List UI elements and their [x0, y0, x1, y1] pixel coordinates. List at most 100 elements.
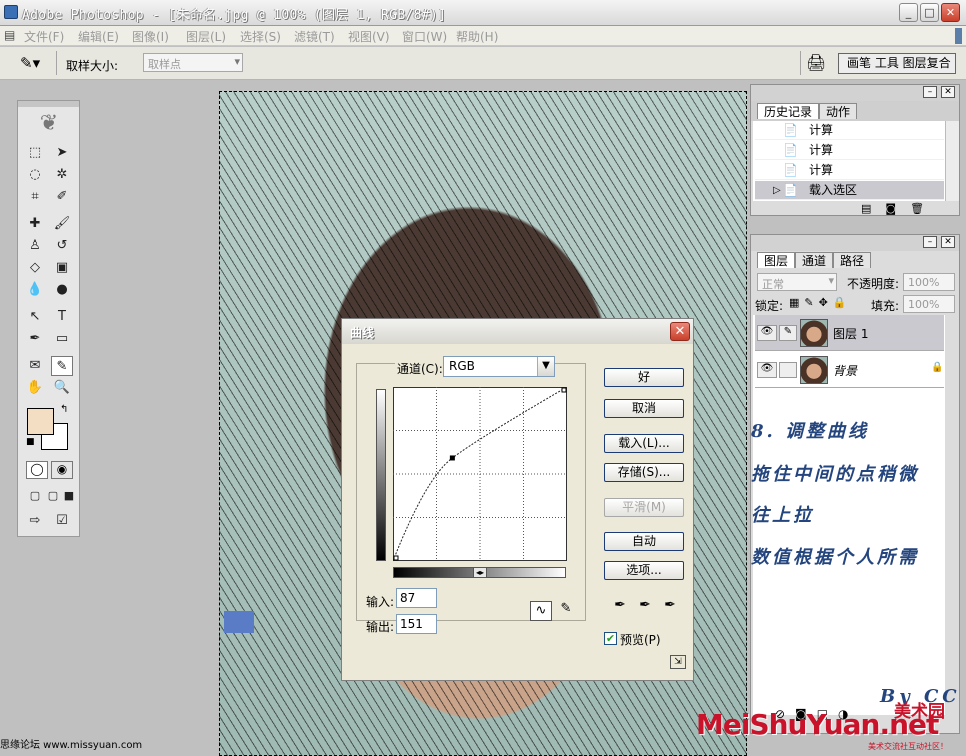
- hand-tool-icon[interactable]: ✋: [24, 378, 46, 398]
- path-selection-icon[interactable]: ↖: [24, 307, 46, 327]
- channel-select[interactable]: RGB ▼: [443, 356, 555, 377]
- gradient-toggle-icon[interactable]: ◂▸: [473, 567, 487, 578]
- feather-logo-icon[interactable]: ❦: [30, 111, 68, 137]
- history-scrollbar[interactable]: [945, 121, 959, 201]
- panel-close-icon[interactable]: ✕: [941, 236, 955, 248]
- menu-window[interactable]: 窗口(W): [402, 28, 447, 45]
- expand-dialog-icon[interactable]: ⇲: [670, 655, 686, 669]
- tab-actions[interactable]: 动作: [819, 103, 858, 119]
- history-item[interactable]: 📄 计算: [755, 121, 944, 140]
- standard-mode-icon[interactable]: ◯: [26, 461, 48, 479]
- magic-wand-icon[interactable]: ✲: [51, 165, 73, 185]
- preview-checkbox[interactable]: ✔: [604, 632, 617, 645]
- history-footer-icons[interactable]: ▤◙🗑: [861, 202, 938, 215]
- menu-file[interactable]: 文件(F): [24, 28, 64, 45]
- load-button[interactable]: 载入(L)...: [604, 434, 684, 453]
- dialog-close-button[interactable]: ✕: [670, 322, 690, 341]
- curve-graph[interactable]: [393, 387, 568, 562]
- panel-minimize-icon[interactable]: –: [923, 236, 937, 248]
- layer-name[interactable]: 背景: [833, 362, 857, 379]
- dialog-title-bar[interactable]: 曲线 ✕: [342, 319, 693, 344]
- eyedropper-tool-icon[interactable]: ✎: [51, 356, 73, 376]
- minimize-button[interactable]: _: [899, 3, 918, 22]
- toolbox-grip[interactable]: [18, 101, 79, 107]
- curve-control-point[interactable]: [449, 455, 455, 461]
- brush-tool-icon[interactable]: 🖌: [51, 214, 73, 234]
- ok-button[interactable]: 好: [604, 368, 684, 387]
- type-tool-icon[interactable]: T: [51, 307, 73, 327]
- opacity-field[interactable]: 100%: [903, 273, 955, 291]
- gradient-tool-icon[interactable]: ▣: [51, 258, 73, 278]
- swap-colors-icon[interactable]: ↰: [60, 404, 68, 415]
- foreground-color-swatch[interactable]: [27, 408, 54, 435]
- output-field[interactable]: 151: [396, 614, 437, 634]
- eye-icon[interactable]: 👁: [757, 362, 777, 378]
- menu-layer[interactable]: 图层(L): [186, 28, 226, 45]
- panel-header[interactable]: – ✕: [751, 85, 959, 101]
- curve-endpoint-low[interactable]: [393, 555, 399, 561]
- black-eyedropper-icon[interactable]: ✒: [612, 597, 628, 615]
- layer-row-selected[interactable]: 👁 ✎ 图层 1: [755, 315, 944, 351]
- input-field[interactable]: 87: [396, 588, 437, 608]
- dodge-tool-icon[interactable]: ●: [51, 280, 73, 300]
- lasso-tool-icon[interactable]: ◌: [24, 165, 46, 185]
- blend-mode-select[interactable]: 正常 ▾: [757, 273, 837, 291]
- panel-close-icon[interactable]: ✕: [941, 86, 955, 98]
- screen-mode-full-icon[interactable]: ■: [58, 486, 80, 506]
- slice-tool-icon[interactable]: ✐: [51, 187, 73, 207]
- clone-stamp-icon[interactable]: ♙: [24, 236, 46, 256]
- menu-edit[interactable]: 编辑(E): [78, 28, 119, 45]
- panel-header[interactable]: – ✕: [751, 235, 959, 251]
- notes-tool-icon[interactable]: ✉: [24, 356, 46, 376]
- menu-image[interactable]: 图像(I): [132, 28, 169, 45]
- blur-tool-icon[interactable]: 💧: [24, 280, 46, 300]
- menu-filter[interactable]: 滤镜(T): [294, 28, 335, 45]
- pen-tool-icon[interactable]: ✒: [24, 329, 46, 349]
- history-item[interactable]: 📄 计算: [755, 141, 944, 160]
- print-icon[interactable]: 🖨: [806, 53, 826, 72]
- marquee-tool-icon[interactable]: ⬚: [24, 143, 46, 163]
- sample-size-select[interactable]: 取样点 ▾: [143, 53, 243, 72]
- history-brush-icon[interactable]: ↺: [51, 236, 73, 256]
- panel-minimize-icon[interactable]: –: [923, 86, 937, 98]
- crop-tool-icon[interactable]: ⌗: [24, 187, 46, 207]
- curve-endpoint-high[interactable]: [561, 387, 567, 393]
- link-slot[interactable]: [779, 362, 797, 378]
- tab-history[interactable]: 历史记录: [757, 103, 820, 119]
- imageready-icon[interactable]: ☑: [51, 511, 73, 531]
- tab-paths[interactable]: 路径: [833, 252, 872, 268]
- shape-tool-icon[interactable]: ▭: [51, 329, 73, 349]
- layer-row[interactable]: 👁 背景 🔒: [755, 352, 944, 388]
- eye-icon[interactable]: 👁: [757, 325, 777, 341]
- eraser-tool-icon[interactable]: ◇: [24, 258, 46, 278]
- save-button[interactable]: 存储(S)...: [604, 463, 684, 482]
- white-eyedropper-icon[interactable]: ✒: [662, 597, 678, 615]
- history-item[interactable]: 📄 计算: [755, 161, 944, 180]
- layer-name[interactable]: 图层 1: [833, 325, 868, 342]
- jump-to-imageready-icon[interactable]: ⇨: [24, 511, 46, 531]
- tab-layers[interactable]: 图层: [757, 252, 796, 268]
- quick-mask-icon[interactable]: ◉: [51, 461, 73, 479]
- curve-mode-icon[interactable]: ∿: [530, 601, 552, 621]
- close-button[interactable]: ✕: [941, 3, 960, 22]
- gray-eyedropper-icon[interactable]: ✒: [637, 597, 653, 615]
- menu-help[interactable]: 帮助(H): [456, 28, 498, 45]
- auto-button[interactable]: 自动: [604, 532, 684, 551]
- brush-link-icon[interactable]: ✎: [779, 325, 797, 341]
- lock-icons[interactable]: ▦✎✥🔒: [789, 296, 852, 309]
- move-tool-icon[interactable]: ➤: [51, 143, 73, 163]
- pencil-mode-icon[interactable]: ✎: [556, 601, 576, 621]
- zoom-tool-icon[interactable]: 🔍: [51, 378, 73, 398]
- menu-select[interactable]: 选择(S): [240, 28, 281, 45]
- maximize-button[interactable]: □: [920, 3, 939, 22]
- default-colors-icon[interactable]: ■: [26, 437, 35, 447]
- tab-channels[interactable]: 通道: [795, 252, 834, 268]
- healing-brush-icon[interactable]: ✚: [24, 214, 46, 234]
- history-item-selected[interactable]: ▷ 📄 载入选区: [755, 181, 944, 200]
- menu-view[interactable]: 视图(V): [348, 28, 390, 45]
- fill-field[interactable]: 100%: [903, 295, 955, 313]
- eyedropper-tool-preset-icon[interactable]: ✎▾: [20, 54, 40, 72]
- options-button[interactable]: 选项...: [604, 561, 684, 580]
- cancel-button[interactable]: 取消: [604, 399, 684, 418]
- palette-well[interactable]: 画笔 工具 图层复合: [838, 53, 956, 74]
